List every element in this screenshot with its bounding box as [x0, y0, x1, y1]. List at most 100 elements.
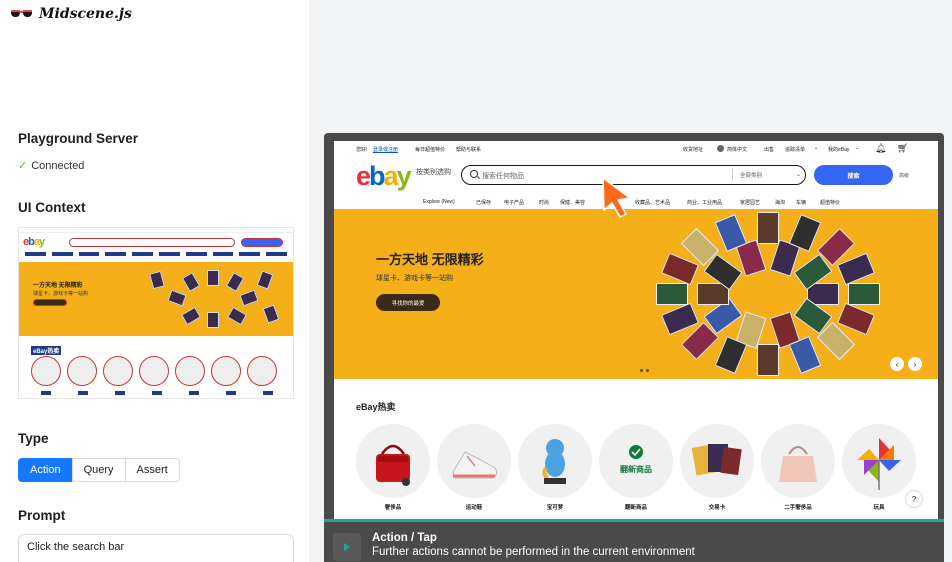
thumbnail-cards: [147, 268, 287, 330]
glasses-icon: [10, 8, 34, 20]
search-button[interactable]: 搜索: [814, 165, 893, 185]
chevron-down-icon: ⌄: [855, 145, 860, 151]
hot-item-label: 翻新商品: [624, 505, 647, 511]
thumbnail-banner-sub: 球星卡、游戏卡等一站购: [33, 291, 89, 297]
login-link[interactable]: 登录或注册: [373, 146, 398, 153]
help-link[interactable]: 帮助与联系: [456, 146, 481, 153]
ebay-logo[interactable]: ebay: [356, 162, 412, 190]
sell-link[interactable]: 出售: [764, 146, 774, 153]
pinwheel-icon: [857, 438, 901, 490]
brand-logo: Midscene.js: [10, 6, 132, 22]
globe-icon: [717, 145, 724, 152]
pokemon-icon: [542, 439, 566, 484]
hot-item[interactable]: 交易卡: [680, 424, 754, 511]
thumbnail-banner: 一方天地 无限精彩 球星卡、游戏卡等一站购: [19, 262, 293, 336]
deals-link[interactable]: 每日超值特价: [415, 146, 445, 153]
sneaker-icon: [452, 451, 498, 479]
nav-item[interactable]: Explore (New): [423, 199, 455, 205]
my-ebay-link[interactable]: 我的eBay: [828, 146, 849, 153]
ui-context-thumbnail[interactable]: ebay 一方天地 无限精彩 球星卡、游戏卡等一站购 eBay热卖: [18, 227, 294, 399]
hot-item[interactable]: 运动鞋: [437, 424, 511, 511]
nav-item[interactable]: 收藏品、艺术品: [635, 199, 670, 206]
trading-card: [837, 252, 876, 286]
hot-item[interactable]: 宝可梦: [518, 424, 592, 511]
trading-card: [660, 252, 699, 286]
thumbnail-hot-items: [31, 356, 277, 386]
prompt-title: Prompt: [18, 508, 66, 523]
hot-item[interactable]: 二手奢侈品: [761, 424, 835, 511]
brand-name: Midscene.js: [39, 6, 132, 22]
watchlist-link[interactable]: 追踪清单: [785, 146, 805, 153]
cart-icon[interactable]: 🛒︎: [897, 143, 908, 154]
nav-item[interactable]: 车辆: [796, 199, 806, 206]
check-icon: ✓: [18, 160, 28, 172]
playground-panel: Midscene.js Playground Server ✓ Connecte…: [0, 0, 309, 562]
thumbnail-search-button: [241, 238, 283, 247]
type-tab-assert[interactable]: Assert: [124, 458, 180, 482]
nav-item[interactable]: 海淘: [775, 199, 785, 206]
thumbnail-ebay-logo: ebay: [23, 236, 45, 248]
refurbished-icon: [629, 445, 643, 459]
server-status: ✓ Connected: [18, 159, 85, 173]
hot-item[interactable]: 翻新商品 翻新商品: [599, 424, 673, 511]
banner-subtitle: 球星卡、游戏卡等一站购: [376, 275, 453, 282]
action-status-bar: Action / Tap Further actions cannot be p…: [324, 519, 944, 562]
nav-item[interactable]: 时尚: [539, 199, 549, 206]
hot-item[interactable]: 奢侈品: [356, 424, 430, 511]
language-select[interactable]: 简体中文: [727, 146, 747, 153]
greeting: 您好!: [356, 147, 368, 153]
chevron-left-icon[interactable]: ‹: [890, 357, 904, 371]
ebay-screen: 您好! 登录或注册 每日超值特价 帮助与联系 收货地址 简体中文 出售 追踪清单…: [334, 141, 938, 521]
nav-item[interactable]: 商业、工业用品: [687, 199, 722, 206]
refurbished-badge-text: 翻新商品: [620, 465, 652, 474]
type-tab-query[interactable]: Query: [71, 458, 126, 482]
type-selector: Action Query Assert: [18, 458, 180, 482]
prompt-input[interactable]: Click the search bar: [18, 534, 294, 562]
thumbnail-hot-label: eBay热卖: [31, 346, 62, 355]
search-placeholder: 搜索任何物品: [482, 173, 524, 180]
nav-item[interactable]: 保健、美容: [560, 199, 585, 206]
ship-to[interactable]: 收货地址: [683, 146, 703, 153]
ebay-top-bar: 您好! 登录或注册 每日超值特价 帮助与联系 收货地址 简体中文 出售 追踪清单…: [334, 141, 938, 159]
hot-item-label: 二手奢侈品: [784, 505, 812, 511]
search-icon: [470, 170, 478, 178]
hot-items-row: 奢侈品 运动鞋 宝可梦 翻新商品 翻新商品 交易卡 二手奢侈品 玩具: [356, 424, 936, 514]
nav-item[interactable]: 电子产品: [504, 199, 524, 206]
hot-section-title: eBay热卖: [356, 402, 396, 412]
hot-item-label: 宝可梦: [546, 505, 564, 511]
carousel-arrows: ‹ ›: [890, 357, 922, 371]
nav-item[interactable]: 超值特价: [820, 199, 840, 206]
trading-card: [788, 335, 821, 374]
banner-cta-button[interactable]: 寻找你的最爱: [376, 294, 440, 311]
thumbnail-nav: [25, 252, 287, 258]
server-status-text: Connected: [31, 159, 85, 172]
trading-card: [757, 212, 779, 244]
hot-item-label: 交易卡: [708, 505, 726, 511]
type-tab-action[interactable]: Action: [18, 458, 73, 482]
trading-card: [837, 302, 876, 336]
play-icon[interactable]: [333, 533, 361, 561]
hot-item-label: 玩具: [873, 505, 885, 511]
hot-item-label: 奢侈品: [384, 505, 402, 511]
chevron-down-icon: ⌄: [796, 172, 802, 178]
chevron-down-icon: ⌄: [814, 145, 819, 151]
help-button[interactable]: ?: [905, 490, 923, 508]
status-message: Further actions cannot be performed in t…: [372, 546, 695, 558]
status-title: Action / Tap: [372, 532, 437, 544]
category-nav: Explore (New) 已保存 电子产品 时尚 保健、美容 收藏品、艺术品 …: [334, 195, 938, 209]
bell-icon[interactable]: 🔔︎: [875, 143, 886, 154]
carousel-dots[interactable]: [640, 369, 649, 372]
chevron-right-icon[interactable]: ›: [908, 357, 922, 371]
device-preview: 您好! 登录或注册 每日超值特价 帮助与联系 收货地址 简体中文 出售 追踪清单…: [324, 133, 944, 562]
thumbnail-banner-title: 一方天地 无限精彩: [33, 283, 83, 289]
server-title: Playground Server: [18, 131, 139, 146]
nav-item[interactable]: 已保存: [476, 199, 491, 206]
trading-card: [847, 283, 880, 305]
nav-item[interactable]: 家居园艺: [740, 199, 760, 206]
banner-title: 一方天地 无限精彩: [376, 252, 484, 267]
advanced-search-link[interactable]: 高级: [899, 172, 909, 179]
category-select[interactable]: 全部类别: [740, 171, 762, 179]
shop-by-category[interactable]: 按类别选购: [416, 167, 451, 177]
thumbnail-search-box: [69, 238, 235, 247]
trading-card: [757, 344, 779, 376]
